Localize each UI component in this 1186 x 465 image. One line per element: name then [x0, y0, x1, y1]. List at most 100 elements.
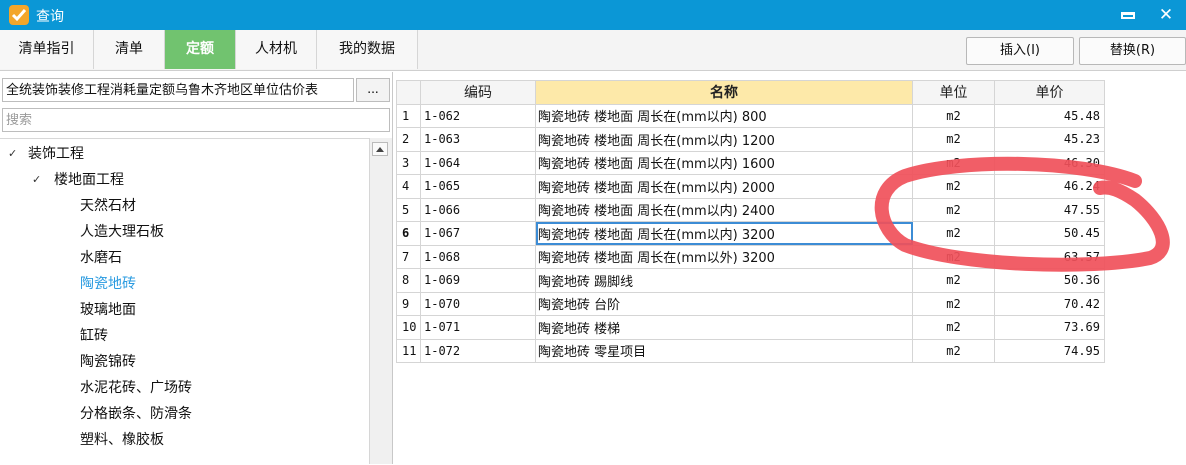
table-row[interactable]: 9 1-070 陶瓷地砖 台阶 m2 70.42: [396, 291, 1105, 316]
chevron-down-icon[interactable]: ✓: [8, 141, 17, 167]
price-cell[interactable]: 63.57: [994, 244, 1105, 269]
price-cell[interactable]: 74.95: [994, 338, 1105, 363]
tree-node-plastic-rubber[interactable]: 塑料、橡胶板: [80, 427, 164, 453]
unit-cell[interactable]: m2: [912, 150, 995, 175]
row-number[interactable]: 11: [396, 338, 421, 363]
replace-button[interactable]: 替换(R): [1079, 37, 1186, 65]
code-cell[interactable]: 1-072: [420, 338, 536, 363]
name-cell[interactable]: 陶瓷地砖 楼梯: [535, 315, 913, 340]
tree-node-artificial-marble[interactable]: 人造大理石板: [80, 219, 164, 245]
table-row[interactable]: 11 1-072 陶瓷地砖 零星项目 m2 74.95: [396, 338, 1105, 363]
table-row[interactable]: 5 1-066 陶瓷地砖 楼地面 周长在(mm以内) 2400 m2 47.55: [396, 197, 1105, 222]
code-cell[interactable]: 1-070: [420, 291, 536, 316]
name-cell[interactable]: 陶瓷地砖 零星项目: [535, 338, 913, 363]
price-cell[interactable]: 46.30: [994, 150, 1105, 175]
row-number[interactable]: 6: [396, 221, 421, 246]
unit-cell[interactable]: m2: [912, 315, 995, 340]
table-row[interactable]: 8 1-069 陶瓷地砖 踢脚线 m2 50.36: [396, 268, 1105, 293]
tab-list-guide[interactable]: 清单指引: [0, 30, 94, 69]
title-bar: 查询 ✕: [0, 0, 1186, 30]
unit-cell[interactable]: m2: [912, 338, 995, 363]
quota-book-select[interactable]: 全统装饰装修工程消耗量定额乌鲁木齐地区单位估价表: [2, 78, 354, 102]
tree-node-cement-tile[interactable]: 水泥花砖、广场砖: [80, 375, 192, 401]
tab-labor-material-machine[interactable]: 人材机: [236, 30, 317, 69]
price-cell[interactable]: 45.48: [994, 103, 1105, 128]
table-row[interactable]: 7 1-068 陶瓷地砖 楼地面 周长在(mm以外) 3200 m2 63.57: [396, 244, 1105, 269]
tree-node-label: 装饰工程: [28, 146, 84, 162]
tree-node-glass-floor[interactable]: 玻璃地面: [80, 297, 136, 323]
code-cell[interactable]: 1-069: [420, 268, 536, 293]
tree-node-natural-stone[interactable]: 天然石材: [80, 193, 136, 219]
close-button[interactable]: ✕: [1154, 3, 1178, 27]
window-title: 查询: [36, 9, 64, 25]
tab-my-data[interactable]: 我的数据: [317, 30, 418, 69]
browse-quota-button[interactable]: ...: [356, 78, 390, 102]
table-row[interactable]: 3 1-064 陶瓷地砖 楼地面 周长在(mm以内) 1600 m2 46.30: [396, 150, 1105, 175]
name-cell[interactable]: 陶瓷地砖 楼地面 周长在(mm以外) 3200: [535, 244, 913, 269]
unit-cell[interactable]: m2: [912, 197, 995, 222]
code-cell[interactable]: 1-065: [420, 174, 536, 199]
row-number[interactable]: 3: [396, 150, 421, 175]
unit-cell[interactable]: m2: [912, 221, 995, 246]
row-number[interactable]: 1: [396, 103, 421, 128]
scroll-up-button[interactable]: [372, 142, 388, 156]
tab-bill[interactable]: 清单: [94, 30, 165, 69]
price-cell[interactable]: 50.45: [994, 221, 1105, 246]
row-number[interactable]: 2: [396, 127, 421, 152]
code-cell[interactable]: 1-067: [420, 221, 536, 246]
tree-node-terrazzo[interactable]: 水磨石: [80, 245, 122, 271]
minimize-button[interactable]: [1116, 3, 1140, 27]
row-number[interactable]: 10: [396, 315, 421, 340]
name-cell[interactable]: 陶瓷地砖 楼地面 周长在(mm以内) 800: [535, 103, 913, 128]
tab-bar: 清单指引 清单 定额 人材机 我的数据 插入(I) 替换(R): [0, 30, 1186, 71]
code-cell[interactable]: 1-071: [420, 315, 536, 340]
price-cell[interactable]: 73.69: [994, 315, 1105, 340]
table-row[interactable]: 4 1-065 陶瓷地砖 楼地面 周长在(mm以内) 2000 m2 46.24: [396, 174, 1105, 199]
price-cell[interactable]: 70.42: [994, 291, 1105, 316]
name-cell[interactable]: 陶瓷地砖 台阶: [535, 291, 913, 316]
row-number[interactable]: 8: [396, 268, 421, 293]
price-cell[interactable]: 46.24: [994, 174, 1105, 199]
unit-cell[interactable]: m2: [912, 174, 995, 199]
unit-cell[interactable]: m2: [912, 103, 995, 128]
name-cell[interactable]: 陶瓷地砖 楼地面 周长在(mm以内) 2000: [535, 174, 913, 199]
header-code[interactable]: 编码: [420, 80, 536, 105]
tab-quota[interactable]: 定额: [165, 30, 236, 69]
name-cell[interactable]: 陶瓷地砖 楼地面 周长在(mm以内) 3200: [535, 221, 913, 246]
row-number[interactable]: 5: [396, 197, 421, 222]
name-cell[interactable]: 陶瓷地砖 楼地面 周长在(mm以内) 2400: [535, 197, 913, 222]
code-cell[interactable]: 1-066: [420, 197, 536, 222]
row-number[interactable]: 4: [396, 174, 421, 199]
price-cell[interactable]: 47.55: [994, 197, 1105, 222]
code-cell[interactable]: 1-064: [420, 150, 536, 175]
header-unit[interactable]: 单位: [912, 80, 995, 105]
code-cell[interactable]: 1-068: [420, 244, 536, 269]
insert-button[interactable]: 插入(I): [966, 37, 1074, 65]
name-cell[interactable]: 陶瓷地砖 楼地面 周长在(mm以内) 1200: [535, 127, 913, 152]
table-row[interactable]: 6 1-067 陶瓷地砖 楼地面 周长在(mm以内) 3200 m2 50.45: [396, 221, 1105, 246]
header-name[interactable]: 名称: [535, 80, 913, 105]
name-cell[interactable]: 陶瓷地砖 楼地面 周长在(mm以内) 1600: [535, 150, 913, 175]
name-cell[interactable]: 陶瓷地砖 踢脚线: [535, 268, 913, 293]
table-row[interactable]: 2 1-063 陶瓷地砖 楼地面 周长在(mm以内) 1200 m2 45.23: [396, 127, 1105, 152]
tree-node-divider-strip[interactable]: 分格嵌条、防滑条: [80, 401, 192, 427]
chevron-down-icon[interactable]: ✓: [32, 167, 41, 193]
price-cell[interactable]: 50.36: [994, 268, 1105, 293]
tree-node-clinker-brick[interactable]: 缸砖: [80, 323, 108, 349]
header-price[interactable]: 单价: [994, 80, 1105, 105]
unit-cell[interactable]: m2: [912, 268, 995, 293]
tree-node-ceramic-mosaic[interactable]: 陶瓷锦砖: [80, 349, 136, 375]
row-number[interactable]: 7: [396, 244, 421, 269]
search-input[interactable]: [2, 108, 390, 132]
table-row[interactable]: 1 1-062 陶瓷地砖 楼地面 周长在(mm以内) 800 m2 45.48: [396, 103, 1105, 128]
tree-scrollbar[interactable]: [369, 138, 392, 464]
unit-cell[interactable]: m2: [912, 244, 995, 269]
tree-node-ceramic-tile[interactable]: 陶瓷地砖: [80, 271, 136, 297]
code-cell[interactable]: 1-063: [420, 127, 536, 152]
row-number[interactable]: 9: [396, 291, 421, 316]
unit-cell[interactable]: m2: [912, 127, 995, 152]
code-cell[interactable]: 1-062: [420, 103, 536, 128]
price-cell[interactable]: 45.23: [994, 127, 1105, 152]
table-row[interactable]: 10 1-071 陶瓷地砖 楼梯 m2 73.69: [396, 315, 1105, 340]
unit-cell[interactable]: m2: [912, 291, 995, 316]
